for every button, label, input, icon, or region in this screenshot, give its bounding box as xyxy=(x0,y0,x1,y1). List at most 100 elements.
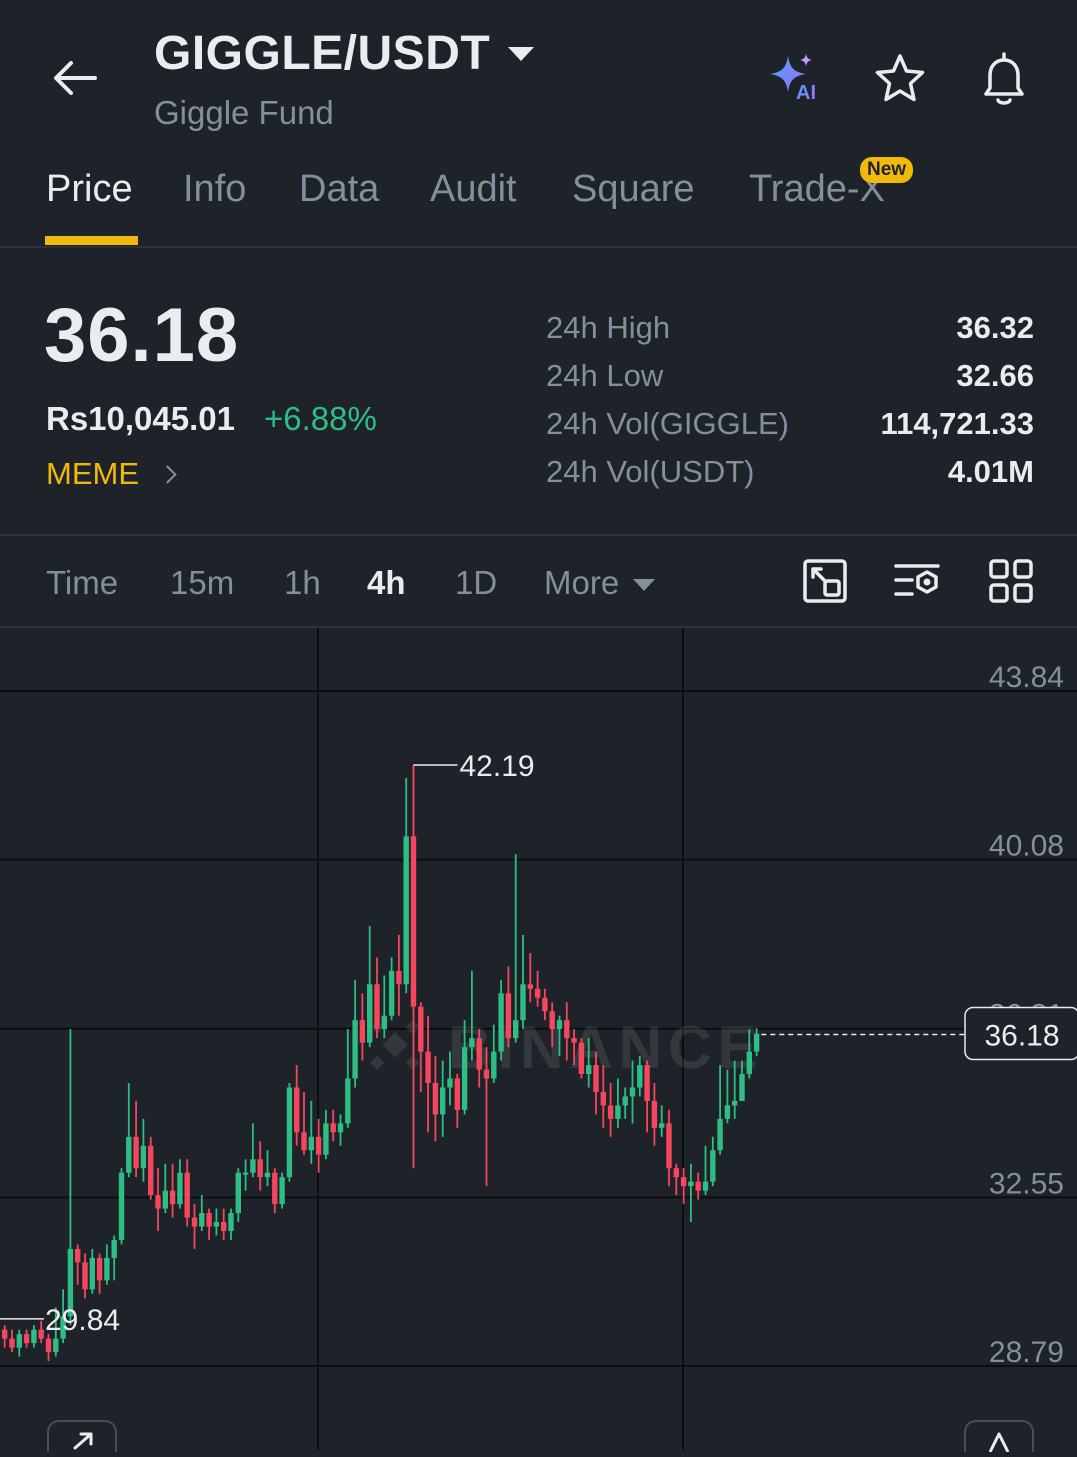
candle-body xyxy=(337,1123,344,1133)
candle-body xyxy=(695,1181,701,1191)
chart-fullscreen-button[interactable] xyxy=(802,558,848,604)
candle-body xyxy=(454,1078,460,1110)
low-price-label: 29.84 xyxy=(45,1304,120,1337)
arrow-up-right-icon xyxy=(73,1432,93,1450)
tab-data[interactable]: Data xyxy=(299,168,379,211)
category-tag: MEME xyxy=(46,456,139,491)
candle-body xyxy=(732,1100,738,1106)
layout-grid-button[interactable] xyxy=(988,558,1034,604)
candle-body xyxy=(505,993,512,1039)
candle-body xyxy=(637,1065,643,1088)
stat-value-24h-vol-base: 114,721.33 xyxy=(880,406,1034,441)
candle-body xyxy=(345,1078,351,1124)
ai-assistant-button[interactable]: AI xyxy=(766,52,824,104)
candle-body xyxy=(126,1136,132,1173)
interval-15m[interactable]: 15m xyxy=(170,564,234,602)
token-name: Giggle Fund xyxy=(154,94,334,131)
category-tag-link[interactable]: MEME xyxy=(46,456,177,492)
candle-body xyxy=(294,1087,300,1133)
candle-body xyxy=(513,1020,519,1039)
indicator-settings-button[interactable] xyxy=(894,558,940,604)
binance-logo-icon xyxy=(370,1020,420,1070)
candle-body xyxy=(9,1338,15,1348)
candle-body xyxy=(600,1091,606,1106)
candle-body xyxy=(753,1033,760,1052)
candle-body xyxy=(586,1065,592,1075)
divider xyxy=(0,534,1077,536)
y-axis-tick-label: 40.08 xyxy=(989,830,1064,863)
candle-body xyxy=(359,1020,366,1043)
chart-expand-button[interactable] xyxy=(47,1420,117,1452)
stat-value-24h-low: 32.66 xyxy=(956,358,1034,393)
candle-body xyxy=(286,1087,293,1178)
svg-text:AI: AI xyxy=(796,82,816,104)
candle-body xyxy=(717,1118,723,1151)
candle-body xyxy=(367,984,373,1043)
candle-body xyxy=(476,1038,482,1070)
candle-body xyxy=(629,1087,636,1097)
current-price-label: 36.18 xyxy=(984,1020,1059,1053)
auto-scale-button[interactable] xyxy=(964,1420,1034,1453)
candle-body xyxy=(483,1069,490,1079)
candle-body xyxy=(549,1011,555,1030)
interval-more[interactable]: More xyxy=(544,564,656,602)
candle-body xyxy=(169,1190,176,1205)
candle-body xyxy=(410,836,417,1007)
tab-info[interactable]: Info xyxy=(183,168,246,211)
candle-body xyxy=(673,1168,679,1178)
candle-body xyxy=(257,1159,263,1178)
stat-value-24h-vol-quote: 4.01M xyxy=(947,454,1034,489)
candle-body xyxy=(272,1172,278,1205)
pair-title: GIGGLE/USDT xyxy=(154,27,491,80)
stat-value-24h-high: 36.32 xyxy=(956,310,1034,345)
candle-body xyxy=(739,1074,745,1101)
price-change-percent: +6.88% xyxy=(264,400,377,437)
candle-body xyxy=(308,1136,314,1151)
ai-sparkle-icon: AI xyxy=(770,54,816,104)
candle-body xyxy=(556,1020,563,1030)
candle-body xyxy=(593,1065,599,1092)
price-alert-button[interactable] xyxy=(976,50,1032,108)
candle-body xyxy=(96,1257,103,1281)
candle-body xyxy=(447,1078,453,1088)
candle-body xyxy=(118,1172,125,1240)
candle-body xyxy=(607,1105,614,1119)
y-axis-tick-label: 43.84 xyxy=(989,661,1064,694)
interval-1h[interactable]: 1h xyxy=(284,564,321,602)
candlestick-chart[interactable]: BINANCE 43.8440.0836.3132.5528.79 42.192… xyxy=(0,628,1077,1453)
candle-body xyxy=(104,1257,110,1281)
y-axis-tick-label: 28.79 xyxy=(989,1336,1064,1369)
candle-body xyxy=(191,1217,198,1227)
pair-selector[interactable]: GIGGLE/USDT xyxy=(154,26,535,81)
candle-body xyxy=(242,1172,249,1175)
candle-body xyxy=(702,1181,709,1191)
candle-body xyxy=(688,1181,694,1187)
interval-1d[interactable]: 1D xyxy=(455,564,497,602)
interval-time[interactable]: Time xyxy=(46,564,118,602)
candle-body xyxy=(133,1136,139,1169)
back-button[interactable] xyxy=(46,52,104,104)
tab-square[interactable]: Square xyxy=(572,168,695,211)
new-badge: New xyxy=(860,157,914,183)
star-icon xyxy=(875,54,925,102)
candle-body xyxy=(418,1006,424,1052)
candle-body xyxy=(330,1123,336,1133)
candle-body xyxy=(213,1222,220,1227)
caret-down-icon xyxy=(633,579,656,592)
tab-audit[interactable]: Audit xyxy=(430,168,517,211)
candle-body xyxy=(542,997,548,1012)
candle-body xyxy=(425,1051,431,1083)
expand-chart-icon xyxy=(803,559,847,603)
stat-label-24h-high: 24h High xyxy=(546,310,671,345)
chart-canvas: BINANCE 43.8440.0836.3132.5528.79 42.192… xyxy=(0,628,1077,1450)
tab-price[interactable]: Price xyxy=(46,168,133,211)
last-price: 36.18 xyxy=(44,293,240,378)
candle-body xyxy=(724,1105,731,1119)
candle-body xyxy=(534,988,541,998)
candle-body xyxy=(199,1213,205,1227)
interval-4h[interactable]: 4h xyxy=(367,564,406,602)
more-label: More xyxy=(544,564,620,601)
favorite-button[interactable] xyxy=(872,52,928,106)
candle-body xyxy=(279,1177,285,1205)
candle-body xyxy=(16,1334,22,1348)
